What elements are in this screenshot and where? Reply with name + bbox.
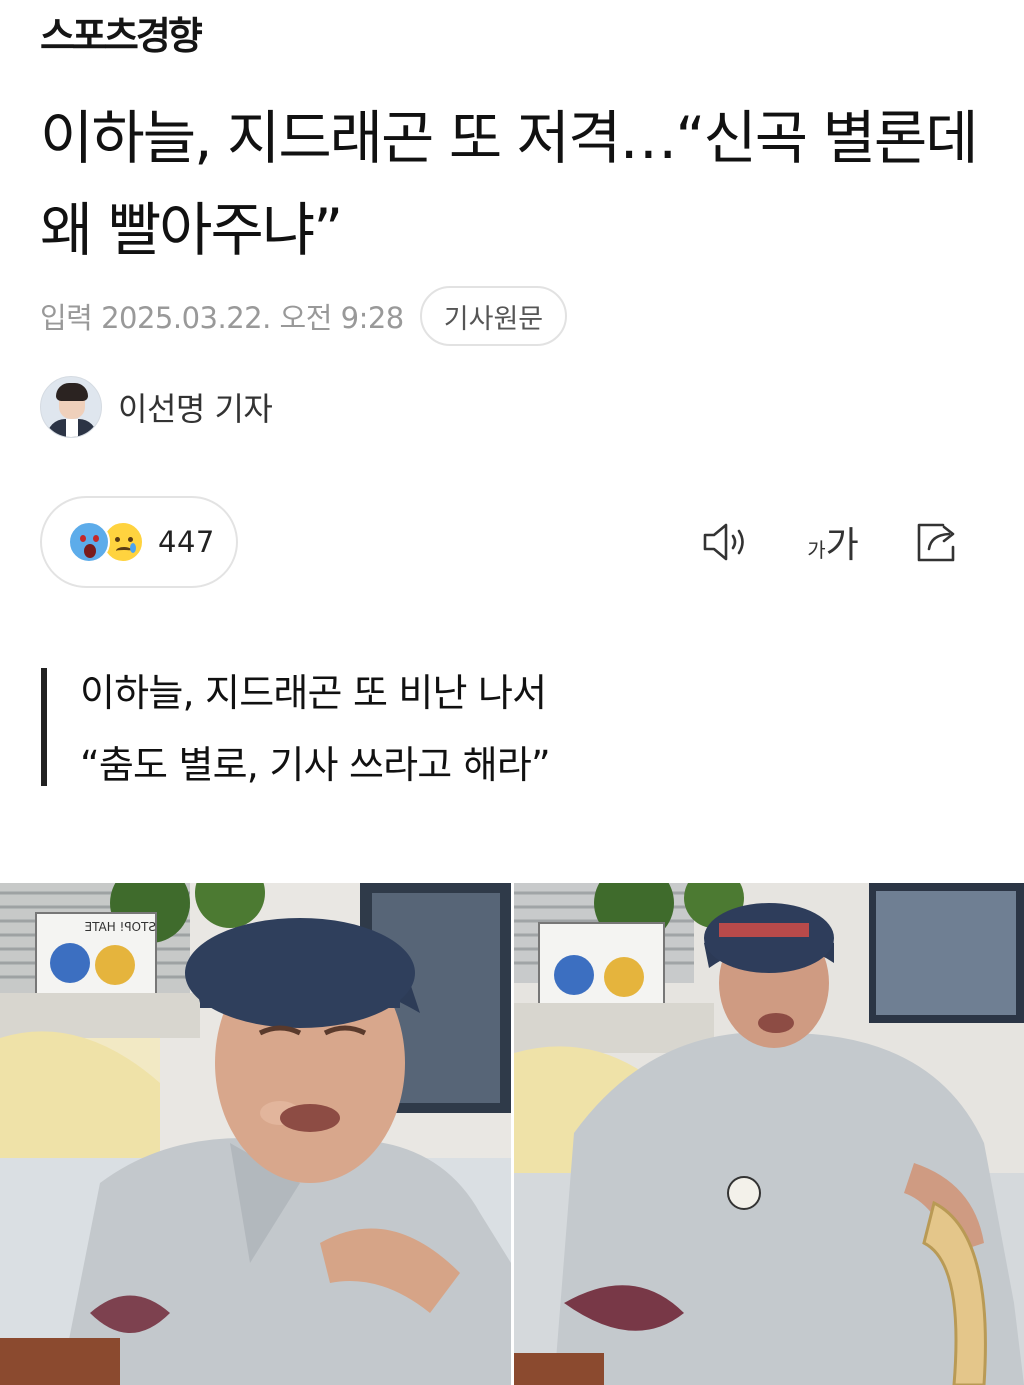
share-icon[interactable]: [908, 516, 968, 568]
font-size-small-label: 가: [807, 537, 826, 562]
font-size-icon[interactable]: 가 가: [798, 516, 868, 568]
font-size-big-label: 가: [825, 525, 859, 566]
site-logo[interactable]: 스포츠경향: [40, 5, 203, 60]
original-article-button[interactable]: 기사원문: [419, 286, 568, 346]
article-meta: 입력 2025.03.22. 오전 9:28 기사원문: [40, 286, 568, 346]
article-subheading: 이하늘, 지드래곤 또 비난 나서 “춤도 별로, 기사 쓰라고 해라”: [41, 668, 551, 787]
article-photo-right[interactable]: [514, 883, 1024, 1385]
reaction-button[interactable]: 447: [40, 496, 238, 588]
speaker-icon[interactable]: [696, 516, 756, 568]
article-photo-left[interactable]: STOP! HATE: [0, 883, 511, 1385]
masthead: 스포츠경향: [40, 5, 203, 60]
reaction-count: 447: [158, 525, 215, 559]
reporter-name[interactable]: 이선명 기자: [118, 384, 273, 430]
article-headline: 이하늘, 지드래곤 또 저격…“신곡 별론데 왜 빨아주냐”: [40, 104, 979, 264]
subheading-line-1: 이하늘, 지드래곤 또 비난 나서: [80, 671, 547, 715]
subheading-line-2: “춤도 별로, 기사 쓰라고 해라”: [80, 743, 551, 787]
shocked-face-icon: [68, 521, 110, 563]
reporter-byline[interactable]: 이선명 기자: [40, 376, 273, 438]
publish-date: 입력 2025.03.22. 오전 9:28: [40, 301, 404, 335]
photo-sign-text: STOP! HATE: [85, 920, 156, 934]
reporter-avatar[interactable]: [40, 376, 102, 438]
